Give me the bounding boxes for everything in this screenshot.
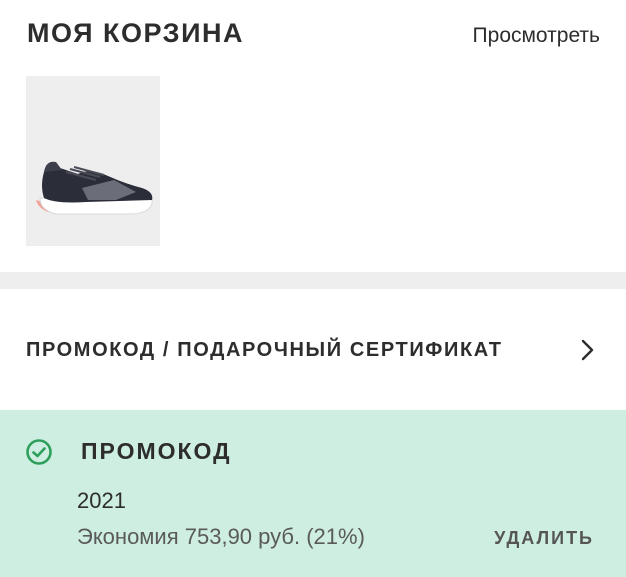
sneaker-image (26, 76, 160, 246)
applied-promo-panel: ПРОМОКОД 2021 Экономия 753,90 руб. (21%)… (0, 410, 626, 577)
cart-title: МОЯ КОРЗИНА (27, 18, 244, 48)
chevron-right-icon (581, 339, 594, 361)
promo-heading: ПРОМОКОД (81, 438, 232, 464)
promo-code-row[interactable]: ПРОМОКОД / ПОДАРОЧНЫЙ СЕРТИФИКАТ (0, 289, 626, 410)
remove-promo-button[interactable]: УДАЛИТЬ (494, 528, 594, 549)
view-cart-link[interactable]: Просмотреть (473, 24, 600, 48)
promo-savings-text: Экономия 753,90 руб. (21%) (77, 524, 365, 549)
product-thumbnail[interactable] (26, 76, 160, 246)
check-circle-icon (26, 439, 52, 465)
promo-row-label: ПРОМОКОД / ПОДАРОЧНЫЙ СЕРТИФИКАТ (26, 339, 503, 361)
cart-header: МОЯ КОРЗИНА Просмотреть (0, 0, 626, 70)
promo-code-value: 2021 (77, 488, 126, 513)
section-divider (0, 272, 626, 289)
